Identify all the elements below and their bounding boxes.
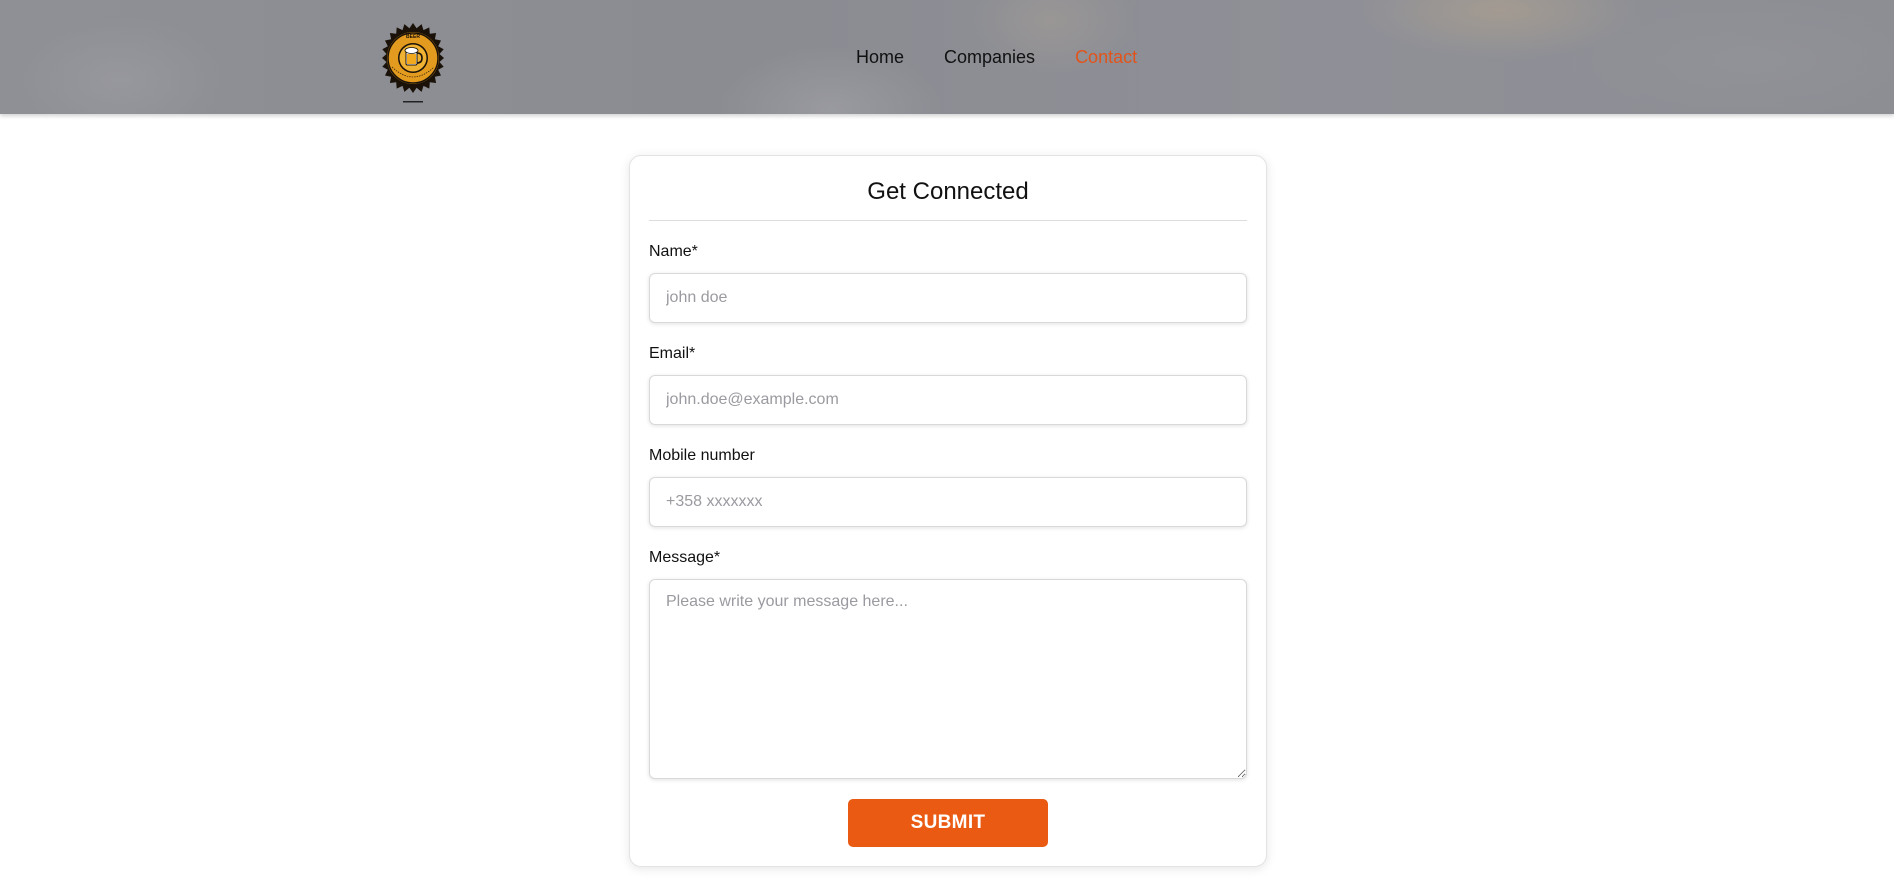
main-nav: Home Companies Contact xyxy=(856,47,1137,67)
email-label: Email* xyxy=(649,345,696,362)
contact-form: Get Connected Name* Email* Mobile number… xyxy=(629,155,1267,867)
nav-companies[interactable]: Companies xyxy=(944,47,1035,67)
message-label: Message* xyxy=(649,549,721,566)
email-input[interactable] xyxy=(649,375,1247,425)
mobile-label: Mobile number xyxy=(649,447,755,464)
name-input[interactable] xyxy=(649,273,1247,323)
beer-logo-icon: BEER xyxy=(382,23,444,103)
form-title: Get Connected xyxy=(867,178,1029,205)
nav-contact[interactable]: Contact xyxy=(1075,47,1137,67)
brand-logo[interactable]: BEER xyxy=(378,23,448,105)
site-header: BEER Home Companies Contact xyxy=(0,0,1894,114)
mobile-input[interactable] xyxy=(649,477,1247,527)
svg-text:BEER: BEER xyxy=(406,34,420,40)
message-textarea[interactable] xyxy=(649,579,1247,779)
submit-button[interactable]: SUBMIT xyxy=(848,799,1048,847)
nav-home[interactable]: Home xyxy=(856,47,904,67)
title-divider xyxy=(649,220,1247,221)
name-label: Name* xyxy=(649,243,698,260)
